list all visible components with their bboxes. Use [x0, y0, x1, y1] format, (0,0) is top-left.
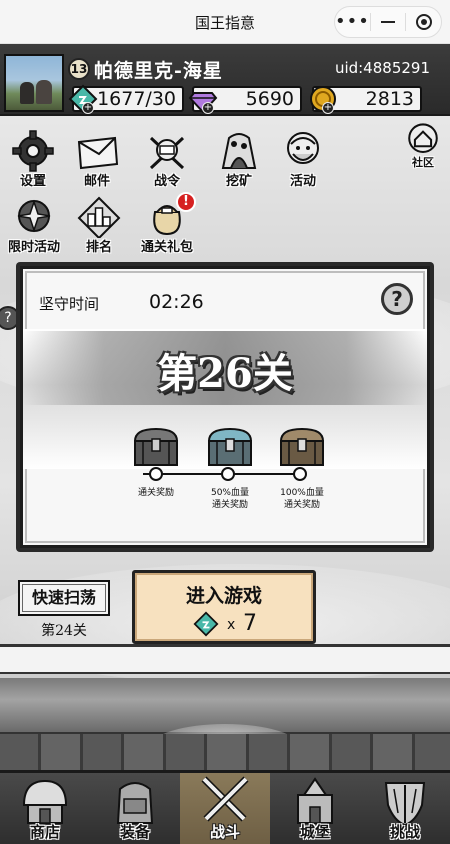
player-uid: uid:4885291 [334, 59, 430, 77]
help-button[interactable]: ? [381, 283, 413, 315]
event-label: 活动 [289, 174, 316, 189]
home-icon [408, 123, 438, 153]
bottom-nav: 商店 装备 战斗 城堡 挑战 [0, 770, 450, 844]
battle-pass-label: 战令 [153, 174, 180, 189]
close-target-icon [415, 14, 432, 30]
capsule-menu: ••• [334, 6, 442, 38]
reward-chest-icon[interactable] [205, 425, 255, 469]
gift-bag-label: 通关礼包 [140, 240, 193, 255]
mail-icon [77, 136, 119, 170]
mining-button[interactable]: 挖矿 [212, 130, 266, 189]
miniprogram-titlebar: 国王指意 ••• [0, 0, 450, 44]
gem-counter[interactable]: + 5690 [188, 86, 302, 114]
tab-shop-label: 商店 [29, 823, 60, 841]
hold-time-value: 02:26 [149, 291, 204, 313]
reward-progress-node [149, 467, 163, 481]
tab-castle[interactable]: 城堡 [270, 773, 360, 844]
snow-ledge [0, 644, 450, 674]
enter-game-label: 进入游戏 [185, 585, 262, 607]
ranking-label: 排名 [85, 240, 112, 255]
more-button[interactable]: ••• [335, 7, 370, 37]
enter-game-button[interactable]: 进入游戏 x 7 [132, 570, 316, 644]
stage-title: 第26关 [157, 350, 293, 397]
tab-battle[interactable]: 战斗 [180, 773, 270, 844]
limited-event-button[interactable]: 限时活动 [4, 196, 64, 255]
hold-time-label: 坚守时间 [39, 295, 100, 313]
community-label: 社区 [412, 156, 434, 169]
energy-value: 1677/30 [97, 88, 176, 110]
energy-gem-icon [193, 611, 219, 637]
sweep-stage-label: 第24关 [41, 623, 87, 639]
reward-label: 100%血量 通关奖励 [280, 488, 324, 510]
reward-label: 通关奖励 [137, 488, 174, 498]
gem-value: 5690 [245, 88, 294, 110]
battle-pass-button[interactable]: 战令 [140, 130, 194, 189]
stage-panel-body: 坚守时间 02:26 ? 第26关 通关奖励 50%血量 通关奖励 100%血量… [20, 266, 430, 548]
ranking-button[interactable]: 排名 [72, 196, 126, 255]
community-button[interactable]: 社区 [398, 122, 448, 170]
ranking-icon [77, 196, 121, 238]
add-energy-icon[interactable]: + [82, 102, 94, 114]
mining-label: 挖矿 [225, 174, 252, 189]
limited-event-label: 限时活动 [7, 240, 60, 255]
cost-multiplier: x [227, 617, 236, 633]
tab-equipment[interactable]: 装备 [90, 773, 180, 844]
mining-icon [221, 133, 257, 169]
tab-shop[interactable]: 商店 [0, 773, 90, 844]
tab-challenge-label: 挑战 [389, 823, 420, 841]
add-gems-icon[interactable]: + [202, 102, 214, 114]
energy-cost: 7 [243, 611, 257, 636]
game-scene: 13 帕德里克-海星 uid:4885291 + 1677/30 + 5690 [0, 44, 450, 844]
gear-icon [12, 130, 54, 172]
mail-label: 邮件 [83, 174, 110, 189]
reward-label: 50%血量 通关奖励 [210, 488, 249, 510]
reward-progress-node [221, 467, 235, 481]
tab-castle-label: 城堡 [299, 823, 330, 841]
add-gold-icon[interactable]: + [322, 102, 334, 114]
notification-badge: ! [176, 192, 196, 212]
reward-chest-icon[interactable] [277, 425, 327, 469]
gold-value: 2813 [365, 88, 414, 110]
player-name: 帕德里克-海星 [94, 60, 223, 82]
avatar[interactable] [4, 54, 64, 112]
quick-sweep-button[interactable]: 快速扫荡 [18, 580, 110, 616]
tab-battle-label: 战斗 [209, 823, 240, 841]
limited-event-icon [17, 199, 51, 233]
mail-button[interactable]: 邮件 [70, 130, 124, 189]
gift-bag-button[interactable]: ! 通关礼包 [136, 192, 198, 255]
player-level-badge: 13 [68, 58, 90, 80]
settings-button[interactable]: 设置 [6, 130, 60, 189]
tab-challenge[interactable]: 挑战 [360, 773, 450, 844]
gold-counter[interactable]: + 2813 [310, 86, 422, 114]
event-icon [287, 132, 319, 164]
energy-counter[interactable]: + 1677/30 [68, 84, 184, 114]
player-header: 13 帕德里克-海星 uid:4885291 + 1677/30 + 5690 [0, 44, 450, 116]
tab-equipment-label: 装备 [119, 823, 150, 841]
minimize-button[interactable] [371, 7, 406, 37]
minimize-icon [381, 21, 396, 23]
battle-pass-icon [149, 136, 185, 170]
reward-chest-icon[interactable] [131, 425, 181, 469]
more-dots-icon: ••• [335, 11, 370, 32]
stone-wall [0, 734, 450, 770]
settings-label: 设置 [19, 174, 46, 189]
stage-panel: 坚守时间 02:26 ? 第26关 通关奖励 50%血量 通关奖励 100%血量… [16, 262, 434, 552]
reward-progress-node [293, 467, 307, 481]
event-button[interactable]: 活动 [276, 130, 330, 189]
close-button[interactable] [406, 7, 441, 37]
